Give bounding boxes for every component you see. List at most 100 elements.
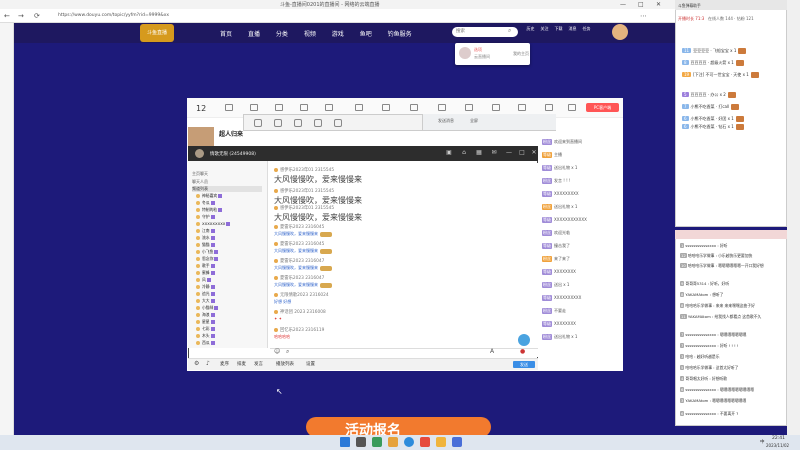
toolbar-icon[interactable] (325, 104, 333, 111)
task-icon[interactable]: 任务 (582, 26, 591, 35)
follow-icon[interactable]: 关注 (540, 26, 549, 35)
send-button[interactable]: 发送 (513, 361, 535, 368)
list-item[interactable]: XXXXXXXXX (196, 221, 231, 228)
list-item[interactable]: 江南 (196, 228, 215, 235)
list-item[interactable]: 风 (196, 277, 211, 284)
pc-client-button[interactable]: PC客户端 (586, 103, 619, 112)
avatar[interactable] (518, 334, 530, 346)
window-icon[interactable] (254, 119, 262, 127)
list-item[interactable]: 星星 (196, 319, 215, 326)
window-icon[interactable] (334, 119, 342, 127)
window-icon[interactable] (294, 119, 302, 127)
refresh-icon[interactable]: ⟳ (34, 12, 40, 20)
minimize-icon[interactable]: — (505, 149, 513, 157)
app-icon[interactable] (420, 437, 430, 447)
list-item[interactable]: 七彩 (196, 326, 215, 333)
minimize-button[interactable]: — (620, 1, 626, 8)
browser-icon[interactable] (404, 437, 414, 447)
nav-item[interactable]: 直播 (248, 31, 260, 38)
nav-item[interactable]: 游戏 (332, 31, 344, 38)
close-button[interactable]: ✕ (656, 1, 661, 8)
settings-icon[interactable]: ⚙ (194, 360, 199, 367)
list-item[interactable]: 神秘嘉宾 (196, 193, 223, 200)
app-icon[interactable] (372, 437, 382, 447)
back-icon[interactable]: ← (4, 12, 10, 20)
avatar[interactable] (612, 24, 628, 40)
toolbar-icon[interactable] (438, 104, 446, 111)
home-icon[interactable]: ⌂ (460, 149, 468, 157)
mic-icon[interactable]: ● (520, 348, 525, 355)
url-input[interactable]: https://www.douyu.com/topic/yyfm?rid=999… (55, 12, 615, 20)
bottom-tab[interactable]: 发言 (254, 361, 263, 367)
window-icon[interactable] (314, 119, 322, 127)
nav-item[interactable]: 钓鱼服务 (388, 31, 412, 38)
close-icon[interactable]: ✕ (530, 149, 538, 157)
toolbar-icon[interactable] (225, 104, 233, 111)
list-item[interactable]: 海浪 (196, 312, 215, 319)
bottom-tab[interactable]: 麦序 (220, 361, 229, 367)
nav-item[interactable]: 首页 (220, 31, 232, 38)
grid-icon[interactable]: ▦ (475, 149, 483, 157)
ime-indicator[interactable]: 中 (760, 439, 765, 445)
font-icon[interactable]: A (490, 348, 494, 355)
toolbar-icon[interactable] (465, 104, 473, 111)
history-icon[interactable]: 历史 (526, 26, 535, 35)
scrollbar[interactable] (787, 0, 800, 435)
avatar[interactable] (195, 149, 204, 158)
list-item[interactable]: 西瓜 (196, 340, 215, 347)
search-icon[interactable]: ⌕ (508, 27, 511, 35)
folder-icon[interactable] (388, 437, 398, 447)
toolbar-icon[interactable] (275, 104, 283, 111)
toolbar-icon[interactable] (492, 104, 500, 111)
list-item[interactable]: 冬瓜 (196, 200, 215, 207)
speaker-icon[interactable]: ♪ (206, 360, 210, 367)
menu-icon[interactable]: ⋯ (640, 12, 647, 20)
app-icon[interactable] (436, 437, 446, 447)
tool-icon[interactable]: ▣ (445, 149, 453, 157)
channel-tab[interactable]: 频道列表 (192, 186, 262, 192)
maximize-icon[interactable]: □ (518, 149, 526, 157)
list-item[interactable]: 特制的粒 (196, 207, 223, 214)
list-item[interactable]: 歌手 (196, 263, 215, 270)
emoji-icon[interactable]: ☺ (274, 348, 280, 355)
streamer-avatar[interactable] (188, 127, 214, 147)
popup-link[interactable]: 我的主页 (513, 51, 529, 57)
list-item[interactable]: 猫猫 (196, 242, 215, 249)
window-icon[interactable] (274, 119, 282, 127)
list-item[interactable]: 小飞鱼 (196, 249, 219, 256)
search-icon[interactable] (356, 437, 366, 447)
nav-item[interactable]: 分类 (276, 31, 288, 38)
list-item[interactable]: 流水 (196, 235, 215, 242)
list-item[interactable]: 大大 (196, 298, 215, 305)
forward-icon[interactable]: → (18, 12, 24, 20)
list-item[interactable]: 守护 (196, 214, 215, 221)
toolbar-icon[interactable] (250, 104, 258, 111)
app-icon[interactable] (452, 437, 462, 447)
list-item[interactable]: 木头 (196, 333, 215, 340)
maximize-button[interactable]: □ (638, 1, 644, 8)
download-icon[interactable]: 下载 (554, 26, 563, 35)
toolbar-icon[interactable] (545, 104, 553, 111)
toolbar-icon[interactable] (355, 104, 363, 111)
overlay-sub[interactable]: 全屏 (470, 118, 478, 124)
list-item[interactable]: 追光 (196, 291, 215, 298)
bottom-tab[interactable]: 播放列表 (276, 361, 294, 367)
list-item[interactable]: 蜜蜂 (196, 270, 215, 277)
toolbar-icon[interactable] (382, 104, 390, 111)
toolbar-icon[interactable] (518, 104, 526, 111)
bottom-tab[interactable]: 排麦 (237, 361, 246, 367)
start-icon[interactable] (340, 437, 350, 447)
toolbar-icon[interactable] (300, 104, 308, 111)
nav-item[interactable]: 鱼吧 (360, 31, 372, 38)
list-item[interactable]: 思念你 (196, 256, 219, 263)
toolbar-icon[interactable] (568, 104, 576, 111)
message-input[interactable] (270, 348, 538, 357)
search-icon[interactable]: ⌕ (286, 348, 289, 356)
list-item[interactable]: 小猫咪 (196, 305, 219, 312)
toolbar-icon[interactable] (410, 104, 418, 111)
site-logo[interactable]: 斗鱼直播 (140, 24, 174, 42)
nav-item[interactable]: 视频 (304, 31, 316, 38)
list-item[interactable]: 冷静 (196, 284, 215, 291)
bottom-tab[interactable]: 设置 (306, 361, 315, 367)
message-icon[interactable]: 消息 (568, 26, 577, 35)
